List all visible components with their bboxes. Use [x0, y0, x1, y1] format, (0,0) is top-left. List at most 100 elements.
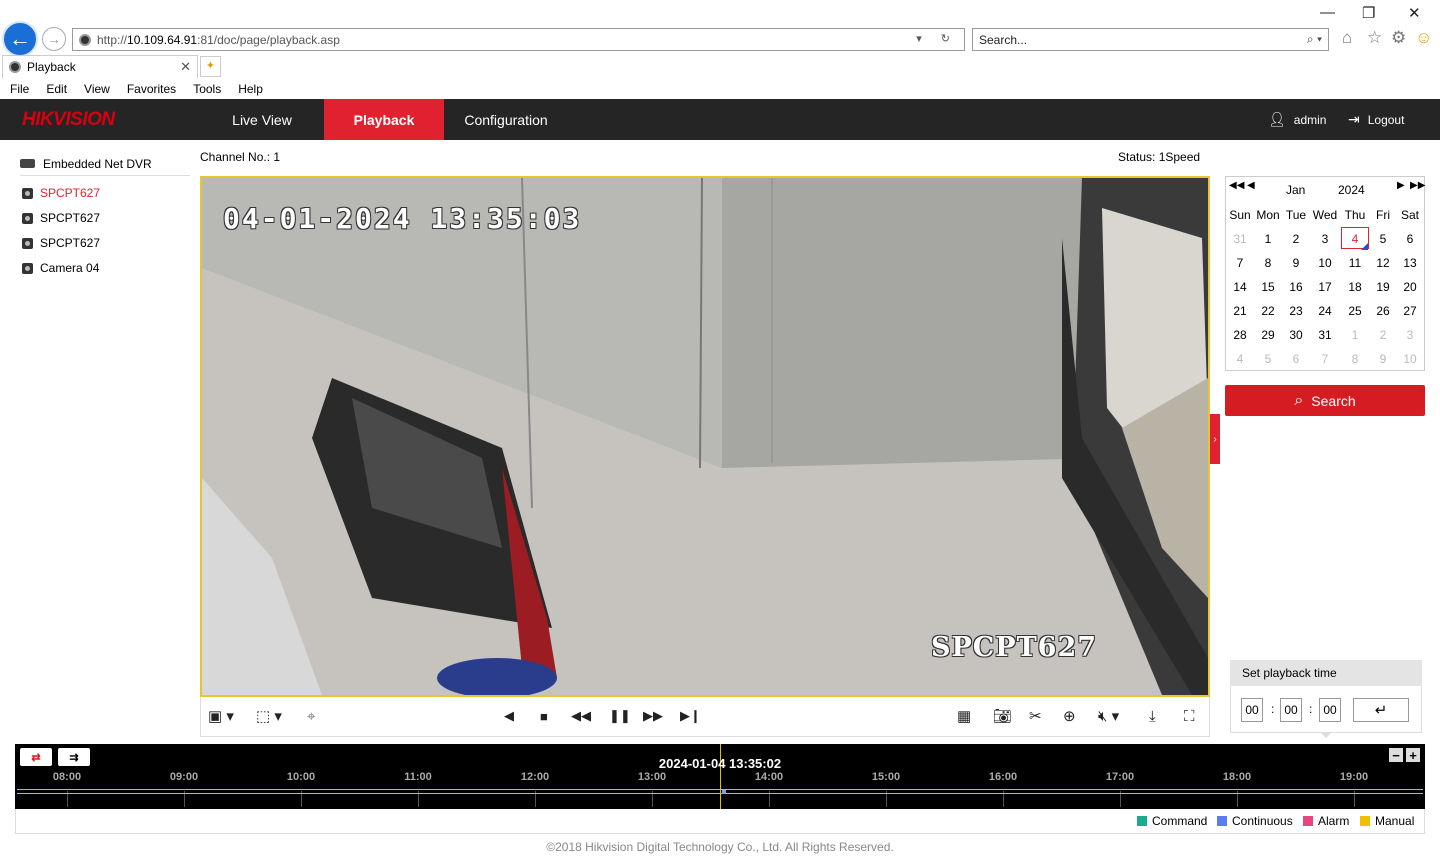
next-month-icon[interactable]: ▶ [1397, 180, 1405, 191]
calendar-day[interactable]: 19 [1369, 280, 1397, 294]
volume-mute-icon[interactable]: 🔇︎ ▾ [1098, 706, 1119, 726]
browser-tab[interactable]: Playback ✕ [2, 55, 198, 78]
calendar-day[interactable]: 24 [1311, 304, 1339, 318]
window-layout-icon[interactable]: ▣ ▾ [208, 706, 234, 726]
calendar-day[interactable]: 22 [1254, 304, 1282, 318]
calendar-day[interactable]: 10 [1311, 256, 1339, 270]
calendar-day[interactable]: 4 [1226, 352, 1254, 366]
calendar-day[interactable]: 30 [1282, 328, 1310, 342]
smiley-feedback-icon[interactable]: ☺ [1415, 28, 1432, 48]
nav-configuration[interactable]: Configuration [444, 99, 568, 140]
calendar-day[interactable]: 31 [1226, 232, 1254, 246]
forward-button[interactable]: → [42, 27, 66, 51]
camera-item[interactable]: SPCPT627 [22, 234, 100, 252]
calendar-day[interactable]: 7 [1226, 256, 1254, 270]
search-icon[interactable]: ⌕ ▾ [1307, 32, 1322, 47]
browser-search-input[interactable]: Search... ⌕ ▾ [972, 28, 1329, 51]
calendar-day[interactable]: 2 [1282, 232, 1310, 246]
calendar-day[interactable]: 25 [1341, 304, 1369, 318]
restore-icon[interactable]: ❐ [1362, 4, 1375, 22]
calendar-day[interactable]: 27 [1396, 304, 1424, 318]
settings-gear-icon[interactable]: ⚙ [1391, 28, 1406, 48]
calendar-day[interactable]: 20 [1396, 280, 1424, 294]
calendar-day[interactable]: 13 [1396, 256, 1424, 270]
calendar-day[interactable]: 6 [1282, 352, 1310, 366]
refresh-icon[interactable]: ▾ ↻ [916, 32, 958, 45]
calendar-day[interactable]: 21 [1226, 304, 1254, 318]
calendar-day[interactable]: 10 [1396, 352, 1424, 366]
zoom-in-icon[interactable]: ⊕ [1063, 706, 1076, 726]
calendar-day[interactable]: 18 [1341, 280, 1369, 294]
calendar-day[interactable]: 31 [1311, 328, 1339, 342]
calendar-day[interactable]: 15 [1254, 280, 1282, 294]
fullscreen-icon[interactable]: ⛶ [1184, 706, 1195, 726]
collapse-panel-button[interactable]: › [1210, 414, 1220, 464]
video-player[interactable] [200, 176, 1210, 697]
calendar-day[interactable]: 23 [1282, 304, 1310, 318]
calendar-day[interactable]: 9 [1369, 352, 1397, 366]
calendar-day[interactable]: 11 [1341, 256, 1369, 270]
calendar-day[interactable]: 29 [1254, 328, 1282, 342]
timeline-cursor[interactable] [720, 744, 721, 809]
camera-item[interactable]: SPCPT627 [22, 209, 100, 227]
calendar-day[interactable]: 5 [1369, 232, 1397, 246]
calendar-day[interactable]: 28 [1226, 328, 1254, 342]
capture-camera-icon[interactable]: 📷︎ [993, 706, 1012, 726]
calendar-day[interactable]: 14 [1226, 280, 1254, 294]
calendar-day[interactable]: 9 [1282, 256, 1310, 270]
minimize-icon[interactable]: — [1320, 4, 1335, 21]
stop-all-icon[interactable]: ▦ [957, 706, 971, 726]
frame-back-icon[interactable]: ◀ [504, 706, 514, 726]
menu-edit[interactable]: Edit [46, 82, 67, 96]
calendar-day[interactable]: 3 [1396, 328, 1424, 342]
user-menu[interactable]: 👤︎ admin [1268, 99, 1326, 140]
calendar-day[interactable]: 6 [1396, 232, 1424, 246]
digital-zoom-icon[interactable]: ⌖ [307, 706, 315, 726]
calendar-day[interactable]: 2 [1369, 328, 1397, 342]
menu-view[interactable]: View [84, 82, 110, 96]
second-field[interactable]: 00 [1319, 698, 1341, 722]
fast-icon[interactable]: ▶▶ [643, 706, 663, 726]
back-button[interactable]: ← [2, 21, 38, 57]
calendar-month[interactable]: Jan [1286, 183, 1305, 197]
calendar-year[interactable]: 2024 [1338, 183, 1365, 197]
calendar-day[interactable]: 7 [1311, 352, 1339, 366]
calendar-day[interactable]: 17 [1311, 280, 1339, 294]
menu-file[interactable]: File [10, 82, 29, 96]
minute-field[interactable]: 00 [1280, 698, 1302, 722]
menu-help[interactable]: Help [238, 82, 263, 96]
clip-scissors-icon[interactable]: ✂ [1029, 706, 1042, 726]
calendar-day[interactable]: 1 [1341, 328, 1369, 342]
calendar-day[interactable]: 12 [1369, 256, 1397, 270]
device-tree-root[interactable]: Embedded Net DVR [20, 152, 190, 176]
select-area-icon[interactable]: ⬚ ▾ [256, 706, 282, 726]
nav-playback[interactable]: Playback [324, 99, 444, 140]
search-button[interactable]: ⌕ Search [1225, 385, 1425, 416]
apply-time-button[interactable]: ↵ [1353, 698, 1409, 722]
timeline-zoom-in-button[interactable]: + [1406, 748, 1420, 763]
slow-icon[interactable]: ◀◀ [571, 706, 591, 726]
camera-item[interactable]: SPCPT627 [22, 184, 100, 202]
timeline-sync-button[interactable]: ⇄ [20, 748, 52, 766]
timeline-switch-button[interactable]: ⇉ [58, 748, 90, 766]
new-tab-button[interactable]: ✦ [200, 56, 221, 77]
hour-field[interactable]: 00 [1241, 698, 1263, 722]
calendar-day[interactable]: 8 [1341, 352, 1369, 366]
next-year-icon[interactable]: ▶▶ [1410, 180, 1425, 191]
download-icon[interactable]: ⤓ [1149, 706, 1156, 726]
calendar-day[interactable]: 5 [1254, 352, 1282, 366]
calendar-day[interactable]: 8 [1254, 256, 1282, 270]
calendar-day[interactable]: 4 [1341, 232, 1369, 246]
single-frame-icon[interactable]: ▶❙ [680, 706, 701, 726]
tab-close-icon[interactable]: ✕ [180, 59, 191, 75]
favorites-star-icon[interactable]: ☆ [1367, 28, 1382, 48]
close-icon[interactable]: ✕ [1408, 4, 1421, 22]
nav-live-view[interactable]: Live View [200, 99, 324, 140]
calendar-day[interactable]: 26 [1369, 304, 1397, 318]
home-icon[interactable]: ⌂ [1342, 28, 1352, 48]
prev-month-icon[interactable]: ◀ [1247, 180, 1255, 191]
menu-favorites[interactable]: Favorites [127, 82, 176, 96]
calendar-day[interactable]: 1 [1254, 232, 1282, 246]
logout-button[interactable]: ⇥ Logout [1348, 99, 1404, 140]
prev-year-icon[interactable]: ◀◀ [1229, 180, 1244, 191]
